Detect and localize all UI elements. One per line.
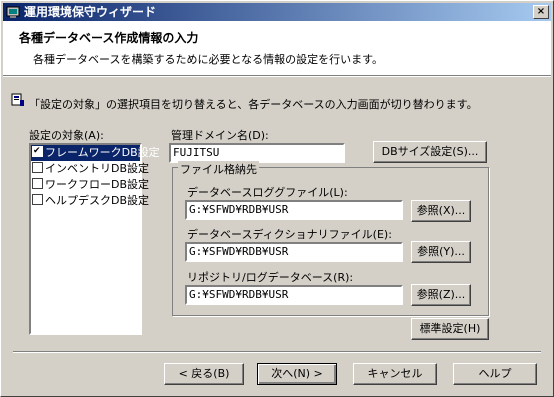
close-button[interactable]: × [533,5,549,19]
target-listbox[interactable]: フレームワークDB設定 インベントリDB設定 ワークフローDB設定 ヘルプデスク… [29,143,160,335]
checkbox-icon[interactable] [32,143,43,159]
app-icon [6,6,20,18]
domain-input[interactable]: FUJITSU [169,143,345,163]
checkbox-icon[interactable] [32,178,43,189]
checkbox-icon[interactable] [32,194,43,205]
page-subtitle: 各種データベースを構築するために必要となる情報の設定を行います。 [33,53,384,66]
dict-file-label: データベースディクショナリファイル(E): [187,228,392,241]
help-button[interactable]: ヘルプ [453,363,537,385]
domain-label: 管理ドメイン名(D): [171,129,269,142]
dict-file-browse-button[interactable]: 参照(Y)... [411,241,471,263]
target-list-label: 設定の対象(A): [29,129,104,142]
standard-settings-button[interactable]: 標準設定(H) [411,318,489,340]
file-location-label: ファイル格納先 [178,161,259,177]
log-file-input[interactable]: G:¥SFWD¥RDB¥USR [185,200,403,220]
repo-log-browse-button[interactable]: 参照(Z)... [411,284,471,306]
db-size-button[interactable]: DBサイズ設定(S)... [373,141,487,163]
cancel-button[interactable]: キャンセル [353,363,437,385]
window-title: 運用環境保守ウィザード [24,5,157,19]
back-button[interactable]: < 戻る(B) [164,363,244,385]
next-button[interactable]: 次へ(N) > [257,363,337,385]
footer-divider [13,351,541,352]
dict-file-input[interactable]: G:¥SFWD¥RDB¥USR [185,242,403,262]
list-item[interactable]: ヘルプデスクDB設定 [31,193,149,209]
checkbox-icon[interactable] [32,162,43,173]
repo-log-input[interactable]: G:¥SFWD¥RDB¥USR [185,285,403,305]
list-item[interactable]: ワークフローDB設定 [31,177,149,193]
header-divider [3,76,551,77]
page-title: 各種データベース作成情報の入力 [19,31,199,45]
list-item[interactable]: フレームワークDB設定 [31,143,160,161]
header-panel: 各種データベース作成情報の入力 各種データベースを構築するために必要となる情報の… [3,21,551,76]
list-item[interactable]: インベントリDB設定 [31,161,149,177]
log-file-label: データベースロググファイル(L): [187,186,348,199]
repo-log-label: リポジトリ/ログデータベース(R): [187,271,354,284]
log-file-browse-button[interactable]: 参照(X)... [411,200,471,222]
info-icon [11,93,24,106]
info-text: 「設定の対象」の選択項目を切り替えると、各データベースの入力画面が切り替わります… [29,98,478,111]
wizard-window: 運用環境保守ウィザード × 各種データベース作成情報の入力 各種データベースを構… [0,0,554,397]
title-bar: 運用環境保守ウィザード × [3,3,551,21]
